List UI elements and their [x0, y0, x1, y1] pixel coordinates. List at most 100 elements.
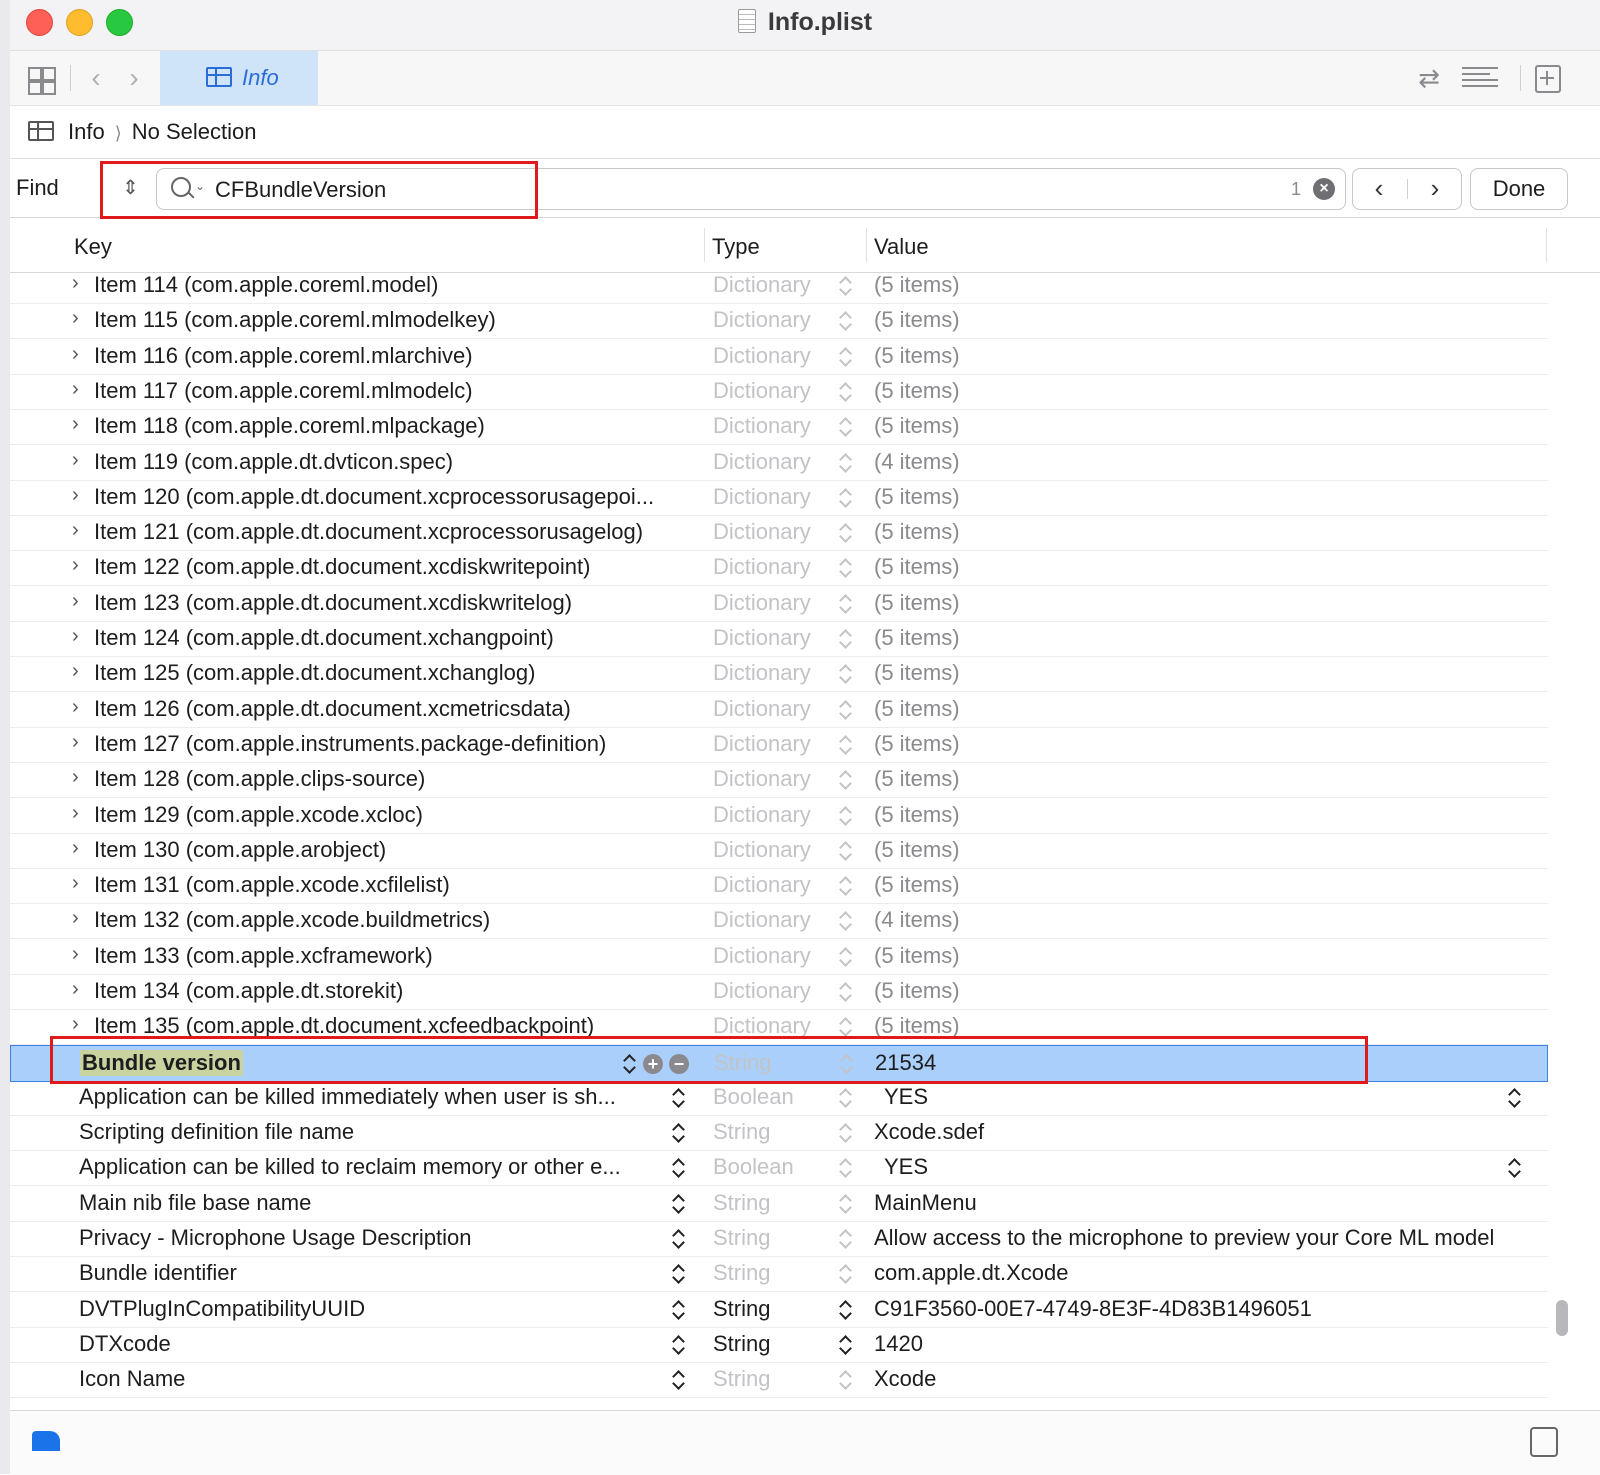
- type-stepper-icon[interactable]: [839, 521, 853, 545]
- disclosure-chevron-icon[interactable]: ›: [72, 1013, 79, 1036]
- row-key[interactable]: Item 127 (com.apple.instruments.package-…: [94, 731, 606, 757]
- table-row[interactable]: › Item 121 (com.apple.dt.document.xcproce…: [10, 515, 1548, 551]
- done-button[interactable]: Done: [1470, 168, 1568, 210]
- row-value[interactable]: (5 items): [874, 484, 960, 510]
- row-value[interactable]: (5 items): [874, 590, 960, 616]
- row-value[interactable]: (5 items): [874, 519, 960, 545]
- type-stepper-icon[interactable]: [839, 451, 853, 475]
- row-value[interactable]: com.apple.dt.Xcode: [874, 1260, 1068, 1286]
- table-row[interactable]: › Item 117 (com.apple.coreml.mlmodelc) Dic…: [10, 374, 1548, 410]
- disclosure-chevron-icon[interactable]: ›: [72, 590, 79, 613]
- table-row[interactable]: › Item 132 (com.apple.xcode.buildmetrics)…: [10, 903, 1548, 939]
- row-value[interactable]: MainMenu: [874, 1190, 977, 1216]
- row-key[interactable]: Bundle identifier: [79, 1260, 237, 1286]
- table-row[interactable]: › Item 129 (com.apple.xcode.xcloc) Diction…: [10, 798, 1548, 834]
- row-key[interactable]: Item 134 (com.apple.dt.storekit): [94, 978, 403, 1004]
- disclosure-chevron-icon[interactable]: ›: [72, 484, 79, 507]
- type-stepper-icon[interactable]: [839, 1333, 853, 1357]
- row-value[interactable]: Xcode: [874, 1366, 936, 1392]
- row-value[interactable]: YES: [884, 1154, 928, 1180]
- row-key[interactable]: Item 121 (com.apple.dt.document.xcproces…: [94, 519, 643, 545]
- panel-toggle-icon[interactable]: [1530, 1427, 1558, 1457]
- disclosure-chevron-icon[interactable]: ›: [72, 449, 79, 472]
- row-type[interactable]: Dictionary: [713, 413, 811, 439]
- row-type[interactable]: Dictionary: [713, 731, 811, 757]
- row-value[interactable]: (5 items): [874, 413, 960, 439]
- disclosure-chevron-icon[interactable]: ›: [72, 837, 79, 860]
- type-stepper-icon[interactable]: [839, 556, 853, 580]
- disclosure-chevron-icon[interactable]: ›: [72, 625, 79, 648]
- table-row[interactable]: › Item 120 (com.apple.dt.document.xcproce…: [10, 480, 1548, 516]
- row-type[interactable]: Dictionary: [713, 696, 811, 722]
- type-stepper-icon[interactable]: [839, 1086, 853, 1110]
- table-row[interactable]: › Item 115 (com.apple.coreml.mlmodelkey) D…: [10, 303, 1548, 339]
- row-value[interactable]: (5 items): [874, 378, 960, 404]
- row-type[interactable]: String: [713, 1296, 770, 1322]
- type-stepper-icon[interactable]: [839, 1262, 853, 1286]
- next-match-button[interactable]: ›: [1409, 172, 1461, 206]
- related-items-grid-icon[interactable]: [26, 61, 56, 95]
- row-value[interactable]: (5 items): [874, 343, 960, 369]
- value-popup-stepper-icon[interactable]: [1508, 1086, 1522, 1110]
- row-value[interactable]: Xcode.sdef: [874, 1119, 984, 1145]
- row-value[interactable]: (5 items): [874, 660, 960, 686]
- vertical-scrollbar-thumb[interactable]: [1556, 1300, 1568, 1336]
- type-stepper-icon[interactable]: [839, 804, 853, 828]
- row-type[interactable]: Dictionary: [713, 519, 811, 545]
- tab-info[interactable]: Info: [160, 51, 318, 105]
- disclosure-chevron-icon[interactable]: ›: [72, 978, 79, 1001]
- type-stepper-icon[interactable]: [839, 486, 853, 510]
- key-stepper-icon[interactable]: [672, 1192, 686, 1216]
- breadcrumb-selection[interactable]: No Selection: [132, 119, 257, 144]
- editor-options-icon[interactable]: [1460, 61, 1500, 95]
- disclosure-chevron-icon[interactable]: ›: [72, 343, 79, 366]
- type-stepper-icon[interactable]: [839, 980, 853, 1004]
- type-stepper-icon[interactable]: [839, 698, 853, 722]
- type-stepper-icon[interactable]: [839, 733, 853, 757]
- row-value[interactable]: (4 items): [874, 449, 960, 475]
- table-row[interactable]: › Item 130 (com.apple.arobject) Dictionary…: [10, 833, 1548, 869]
- type-stepper-icon[interactable]: [839, 945, 853, 969]
- key-stepper-icon[interactable]: [672, 1086, 686, 1110]
- table-row[interactable]: Main nib file base name String MainMenu: [10, 1186, 1548, 1222]
- type-stepper-icon[interactable]: [839, 662, 853, 686]
- row-key[interactable]: Item 115 (com.apple.coreml.mlmodelkey): [94, 307, 496, 333]
- row-value[interactable]: (5 items): [874, 731, 960, 757]
- row-value[interactable]: (5 items): [874, 837, 960, 863]
- key-stepper-icon[interactable]: [672, 1156, 686, 1180]
- key-stepper-icon[interactable]: [672, 1333, 686, 1357]
- row-key[interactable]: Item 133 (com.apple.xcframework): [94, 943, 433, 969]
- type-stepper-icon[interactable]: [839, 309, 853, 333]
- previous-match-button[interactable]: ‹: [1353, 172, 1405, 206]
- row-type[interactable]: String: [713, 1119, 770, 1145]
- disclosure-chevron-icon[interactable]: ›: [72, 696, 79, 719]
- type-stepper-icon[interactable]: [839, 839, 853, 863]
- type-stepper-icon[interactable]: [839, 1298, 853, 1322]
- row-key[interactable]: Main nib file base name: [79, 1190, 311, 1216]
- type-stepper-icon[interactable]: [839, 1156, 853, 1180]
- row-type[interactable]: Dictionary: [713, 554, 811, 580]
- row-key[interactable]: DTXcode: [79, 1331, 171, 1357]
- disclosure-chevron-icon[interactable]: ›: [72, 731, 79, 754]
- disclosure-chevron-icon[interactable]: ›: [72, 519, 79, 542]
- type-stepper-icon[interactable]: [839, 627, 853, 651]
- type-stepper-icon[interactable]: [839, 874, 853, 898]
- disclosure-chevron-icon[interactable]: ›: [72, 766, 79, 789]
- type-stepper-icon[interactable]: [839, 274, 853, 298]
- column-header-type[interactable]: Type: [712, 234, 760, 260]
- row-type[interactable]: String: [713, 1190, 770, 1216]
- key-stepper-icon[interactable]: [672, 1298, 686, 1322]
- add-editor-icon[interactable]: [1534, 61, 1561, 95]
- table-row[interactable]: › Item 124 (com.apple.dt.document.xchangp…: [10, 621, 1548, 657]
- table-row[interactable]: › Item 133 (com.apple.xcframework) Diction…: [10, 939, 1548, 975]
- row-type[interactable]: Dictionary: [713, 307, 811, 333]
- row-key[interactable]: Item 126 (com.apple.dt.document.xcmetric…: [94, 696, 571, 722]
- row-key[interactable]: Item 119 (com.apple.dt.dvticon.spec): [94, 449, 453, 475]
- row-value[interactable]: (5 items): [874, 766, 960, 792]
- value-popup-stepper-icon[interactable]: [1508, 1156, 1522, 1180]
- row-value[interactable]: 1420: [874, 1331, 923, 1357]
- row-value[interactable]: (5 items): [874, 696, 960, 722]
- table-row[interactable]: DTXcode String 1420: [10, 1327, 1548, 1363]
- table-row[interactable]: › Item 131 (com.apple.xcode.xcfilelist) Di…: [10, 868, 1548, 904]
- row-key[interactable]: Item 114 (com.apple.coreml.model): [94, 272, 438, 298]
